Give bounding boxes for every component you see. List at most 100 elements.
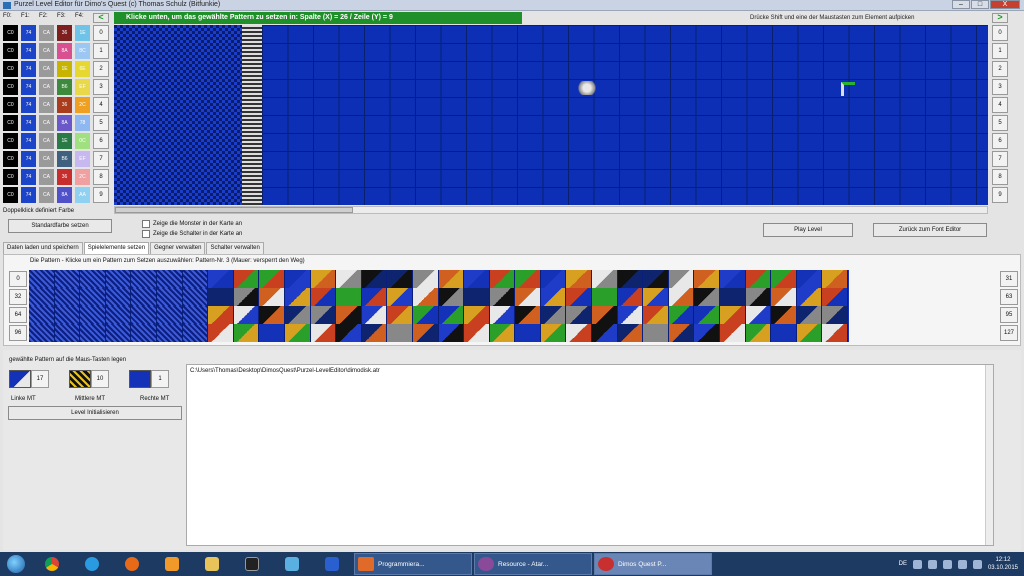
palette-color-cell[interactable]: 6E [75, 61, 90, 77]
maximize-button[interactable]: □ [971, 0, 989, 9]
explorer-icon[interactable] [192, 553, 232, 575]
map-row-index-button[interactable]: 5 [992, 115, 1008, 131]
palette-color-cell[interactable]: 8A [57, 43, 72, 59]
switch-sprite[interactable] [841, 82, 855, 96]
pattern-tile[interactable] [361, 306, 388, 324]
palette-row-index-button[interactable]: 6 [93, 133, 109, 149]
pattern-tile[interactable] [361, 324, 388, 342]
palette-color-cell[interactable]: CA [39, 187, 54, 203]
pattern-tile[interactable] [694, 288, 721, 306]
media-player-icon[interactable] [152, 553, 192, 575]
pattern-tile[interactable] [694, 324, 721, 342]
pattern-tile[interactable] [464, 288, 490, 306]
palette-color-cell[interactable]: 74 [21, 79, 36, 95]
level-map[interactable] [114, 25, 988, 205]
pattern-row-label-right[interactable]: 31 [1000, 271, 1018, 287]
pattern-tile[interactable] [80, 306, 106, 324]
palette-color-cell[interactable]: AA [75, 187, 90, 203]
pattern-tile[interactable] [284, 324, 311, 342]
palette-color-cell[interactable]: C0 [3, 43, 18, 59]
pattern-tile[interactable] [361, 270, 388, 288]
pattern-tile[interactable] [540, 306, 567, 324]
right-mouse-pattern[interactable] [129, 370, 151, 388]
palette-color-cell[interactable]: 1E [75, 25, 90, 41]
pattern-tile[interactable] [361, 288, 388, 306]
pattern-tile[interactable] [336, 270, 362, 288]
pattern-tile[interactable] [745, 288, 772, 306]
palette-color-cell[interactable]: C0 [3, 151, 18, 167]
pattern-tile[interactable] [80, 288, 106, 306]
pattern-tile[interactable] [771, 324, 797, 342]
pattern-tile[interactable] [131, 270, 157, 288]
pattern-tile[interactable] [592, 306, 618, 324]
map-row-index-button[interactable]: 0 [992, 25, 1008, 41]
pattern-tile[interactable] [540, 270, 567, 288]
pattern-row-label-left[interactable]: 96 [9, 325, 27, 341]
tray-icon[interactable] [942, 559, 952, 569]
pattern-tile[interactable] [310, 306, 337, 324]
palette-color-cell[interactable]: 74 [21, 43, 36, 59]
pattern-tile[interactable] [720, 306, 746, 324]
pattern-tile[interactable] [540, 324, 567, 342]
palette-row-index-button[interactable]: 2 [93, 61, 109, 77]
palette-color-cell[interactable]: CA [39, 151, 54, 167]
pattern-tile[interactable] [720, 324, 746, 342]
palette-color-cell[interactable]: 74 [21, 187, 36, 203]
pattern-tile[interactable] [336, 306, 362, 324]
pattern-tile[interactable] [694, 306, 721, 324]
pattern-tile[interactable] [29, 270, 55, 288]
pattern-tile[interactable] [566, 324, 593, 342]
palette-color-cell[interactable]: B6 [57, 151, 72, 167]
pattern-tile[interactable] [387, 324, 413, 342]
atari-icon[interactable] [312, 553, 352, 575]
pattern-tile[interactable] [617, 270, 644, 288]
show-monsters-checkbox[interactable]: Zeige die Monster in der Karte an [142, 220, 242, 228]
pattern-tile[interactable] [643, 324, 669, 342]
default-color-button[interactable]: Standardfarbe setzen [8, 219, 112, 233]
pattern-tile[interactable] [668, 270, 695, 288]
map-grid[interactable] [262, 25, 988, 205]
palette-row-index-button[interactable]: 4 [93, 97, 109, 113]
scrollbar-thumb[interactable] [115, 207, 353, 213]
pattern-tile[interactable] [515, 270, 541, 288]
pattern-tile[interactable] [771, 270, 797, 288]
tray-icon[interactable] [927, 559, 937, 569]
palette-color-cell[interactable]: 2C [75, 169, 90, 185]
pattern-tile[interactable] [412, 306, 439, 324]
palette-color-cell[interactable]: C0 [3, 169, 18, 185]
pattern-tile[interactable] [822, 306, 848, 324]
pattern-tile[interactable] [233, 306, 260, 324]
pattern-tile[interactable] [540, 288, 567, 306]
minimize-button[interactable]: – [952, 0, 970, 9]
pattern-tile[interactable] [643, 306, 669, 324]
pattern-tile[interactable] [489, 324, 516, 342]
map-row-index-button[interactable]: 4 [992, 97, 1008, 113]
chrome-icon[interactable] [32, 553, 72, 575]
pattern-tile[interactable] [566, 288, 593, 306]
pattern-tile[interactable] [131, 306, 157, 324]
tray-icon[interactable] [912, 559, 922, 569]
pattern-tile[interactable] [284, 306, 311, 324]
pattern-tile[interactable] [336, 288, 362, 306]
pattern-tile[interactable] [54, 288, 81, 306]
map-row-index-button[interactable]: 8 [992, 169, 1008, 185]
palette-row-index-button[interactable]: 7 [93, 151, 109, 167]
task-dimos-quest[interactable]: Dimos Quest P... [594, 553, 712, 575]
palette-color-cell[interactable]: 36 [57, 97, 72, 113]
palette-color-cell[interactable]: B6 [57, 79, 72, 95]
init-level-button[interactable]: Level Initialisieren [8, 406, 182, 420]
pattern-tile[interactable] [156, 324, 183, 342]
pattern-tile[interactable] [617, 324, 644, 342]
pattern-tile[interactable] [796, 288, 823, 306]
palette-color-cell[interactable]: EF [75, 79, 90, 95]
pattern-tile[interactable] [694, 270, 721, 288]
pattern-tile[interactable] [438, 324, 465, 342]
pattern-tile[interactable] [105, 288, 132, 306]
app-arrow-icon[interactable] [272, 553, 312, 575]
map-row-index-button[interactable]: 3 [992, 79, 1008, 95]
nav-right-button[interactable]: > [992, 13, 1008, 23]
pattern-row-label-right[interactable]: 95 [1000, 307, 1018, 323]
terminal-icon[interactable] [232, 553, 272, 575]
palette-color-cell[interactable]: CA [39, 97, 54, 113]
pattern-tile[interactable] [771, 306, 797, 324]
